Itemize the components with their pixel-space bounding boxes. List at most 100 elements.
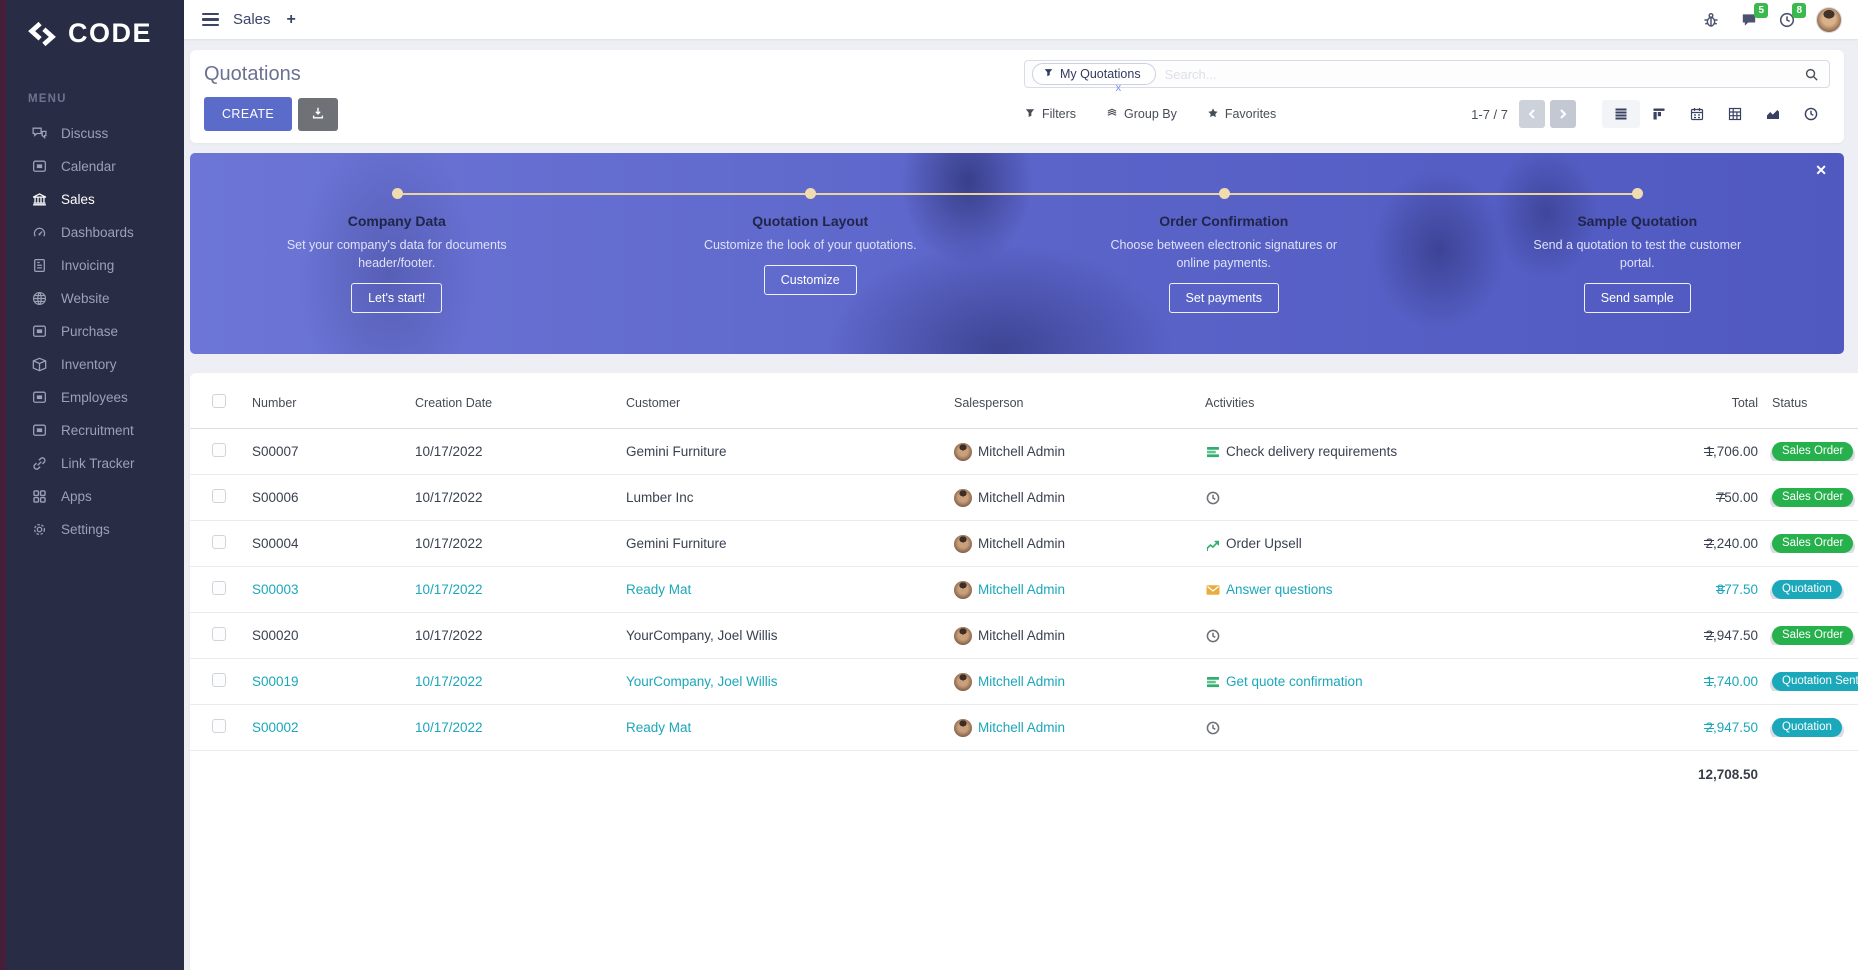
sidebar-item-inventory[interactable]: Inventory <box>6 348 184 381</box>
sidebar-item-employees[interactable]: Employees <box>6 381 184 414</box>
search-facet-my-quotations[interactable]: My Quotations x <box>1032 63 1156 85</box>
column-header-total[interactable]: Total <box>1599 396 1760 410</box>
quotation-row-s00007[interactable]: S0000710/17/2022Gemini FurnitureMitchell… <box>190 429 1858 475</box>
sidebar-nav: DiscussCalendar Sales DashboardsInvoicing W… <box>6 117 184 546</box>
cell-total: 877.50 <box>1599 582 1760 597</box>
column-header-customer[interactable]: Customer <box>620 396 948 410</box>
sidebar-item-dashboards[interactable]: Dashboards <box>6 216 184 249</box>
row-checkbox[interactable] <box>212 535 226 549</box>
column-header-salesperson[interactable]: Salesperson <box>948 396 1199 410</box>
pager-previous-button[interactable] <box>1519 100 1545 128</box>
row-checkbox[interactable] <box>212 489 226 503</box>
column-header-status[interactable]: Status <box>1760 396 1858 410</box>
view-pivot-button[interactable] <box>1716 100 1754 128</box>
cell-salesperson: Mitchell Admin <box>978 628 1065 643</box>
status-badge: Sales Order <box>1772 442 1853 461</box>
column-header-number[interactable]: Number <box>246 396 409 410</box>
cell-number: S00019 <box>246 674 409 689</box>
onboarding-step-order-confirmation: Order ConfirmationChoose between electro… <box>1017 213 1431 313</box>
group-by-button[interactable]: Group By <box>1106 107 1177 122</box>
cell-activity: Order Upsell <box>1226 536 1302 551</box>
app-title[interactable]: Sales <box>233 11 271 28</box>
control-panel-right: Filters Group By <box>1024 100 1830 128</box>
step-action-button[interactable]: Set payments <box>1169 283 1279 313</box>
sidebar-item-recruitment[interactable]: Recruitment <box>6 414 184 447</box>
debug-bug-icon[interactable] <box>1702 11 1720 29</box>
pager-next-button[interactable] <box>1550 100 1576 128</box>
sidebar-item-sales[interactable]: Sales <box>6 183 184 216</box>
quotation-row-s00019[interactable]: S0001910/17/2022YourCompany, Joel Willis… <box>190 659 1858 705</box>
hamburger-menu-icon[interactable] <box>202 13 219 27</box>
cell-customer: Ready Mat <box>620 720 948 735</box>
onboarding-step-sample-quotation: Sample QuotationSend a quotation to test… <box>1431 213 1845 313</box>
view-calendar-button[interactable] <box>1678 100 1716 128</box>
app-window: CODE MENU DiscussCalendarSalesDashboards… <box>0 0 1858 970</box>
quotation-row-s00006[interactable]: S0000610/17/2022Lumber IncMitchell Admin… <box>190 475 1858 521</box>
cell-creation-date: 10/17/2022 <box>409 674 620 689</box>
search-input[interactable] <box>1156 66 1804 83</box>
sidebar-item-website[interactable]: Website <box>6 282 184 315</box>
clock-icon[interactable] <box>1205 490 1221 506</box>
activities-clock-icon[interactable]: 8 <box>1778 11 1796 29</box>
module-icon <box>31 422 48 439</box>
step-action-button[interactable]: Customize <box>764 265 857 295</box>
clock-icon[interactable] <box>1205 720 1221 736</box>
sidebar-item-invoicing[interactable]: Invoicing <box>6 249 184 282</box>
sidebar-item-label: Recruitment <box>61 423 134 438</box>
quotation-row-s00020[interactable]: S0002010/17/2022YourCompany, Joel Willis… <box>190 613 1858 659</box>
view-list-button[interactable] <box>1602 100 1640 128</box>
favorites-button[interactable]: Favorites <box>1207 107 1276 122</box>
create-button[interactable]: CREATE <box>204 97 292 131</box>
cell-customer: Ready Mat <box>620 582 948 597</box>
sidebar-item-discuss[interactable]: Discuss <box>6 117 184 150</box>
sidebar-item-purchase[interactable]: Purchase <box>6 315 184 348</box>
chart-up-icon[interactable] <box>1205 536 1221 552</box>
step-description: Send a quotation to test the customer po… <box>1518 236 1756 272</box>
quotation-row-s00004[interactable]: S0000410/17/2022Gemini FurnitureMitchell… <box>190 521 1858 567</box>
view-graph-button[interactable] <box>1754 100 1792 128</box>
salesperson-avatar <box>954 673 972 691</box>
row-checkbox[interactable] <box>212 581 226 595</box>
tasks-icon[interactable] <box>1205 444 1221 460</box>
view-kanban-button[interactable] <box>1640 100 1678 128</box>
column-header-activities[interactable]: Activities <box>1199 396 1599 410</box>
brand-logo-icon <box>26 21 58 47</box>
clock-icon[interactable] <box>1205 628 1221 644</box>
quotation-row-s00003[interactable]: S0000310/17/2022Ready MatMitchell AdminA… <box>190 567 1858 613</box>
step-action-button[interactable]: Send sample <box>1584 283 1691 313</box>
search-icon[interactable] <box>1804 67 1819 82</box>
sidebar-item-settings[interactable]: Settings <box>6 513 184 546</box>
row-checkbox[interactable] <box>212 673 226 687</box>
sidebar-item-label: Sales <box>61 192 95 207</box>
cell-creation-date: 10/17/2022 <box>409 444 620 459</box>
layers-icon <box>1106 107 1118 122</box>
tasks-icon[interactable] <box>1205 674 1221 690</box>
messages-icon[interactable]: 5 <box>1740 11 1758 29</box>
user-avatar[interactable] <box>1816 7 1842 33</box>
link-icon <box>31 455 48 472</box>
new-tab-button[interactable]: + <box>287 11 296 29</box>
sidebar-item-apps[interactable]: Apps <box>6 480 184 513</box>
dashboard-icon <box>31 224 48 241</box>
cell-activity: Answer questions <box>1226 582 1333 597</box>
status-badge: Quotation <box>1772 580 1842 599</box>
facet-remove-icon[interactable]: x <box>1116 83 1122 94</box>
select-all-checkbox[interactable] <box>212 394 226 408</box>
filters-button[interactable]: Filters <box>1024 107 1076 122</box>
sidebar-item-link-tracker[interactable]: Link Tracker <box>6 447 184 480</box>
quotation-row-s00002[interactable]: S0000210/17/2022Ready MatMitchell Admin2… <box>190 705 1858 751</box>
sidebar-item-calendar[interactable]: Calendar <box>6 150 184 183</box>
sidebar-item-label: Link Tracker <box>61 456 135 471</box>
sidebar-item-label: Purchase <box>61 324 118 339</box>
envelope-icon[interactable] <box>1205 582 1221 598</box>
column-header-creation-date[interactable]: Creation Date <box>409 396 620 410</box>
sidebar-item-label: Website <box>61 291 110 306</box>
step-action-button[interactable]: Let's start! <box>351 283 442 313</box>
export-button[interactable] <box>298 98 338 131</box>
view-activity-button[interactable] <box>1792 100 1830 128</box>
row-checkbox[interactable] <box>212 443 226 457</box>
row-checkbox[interactable] <box>212 627 226 641</box>
row-checkbox[interactable] <box>212 719 226 733</box>
onboarding-step-quotation-layout: Quotation LayoutCustomize the look of yo… <box>604 213 1018 313</box>
banner-close-icon[interactable]: ✕ <box>1815 162 1827 179</box>
